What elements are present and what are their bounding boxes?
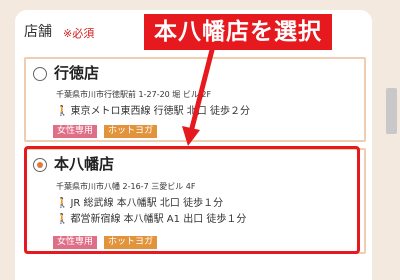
callout-label: 本八幡店を選択 (144, 14, 332, 50)
